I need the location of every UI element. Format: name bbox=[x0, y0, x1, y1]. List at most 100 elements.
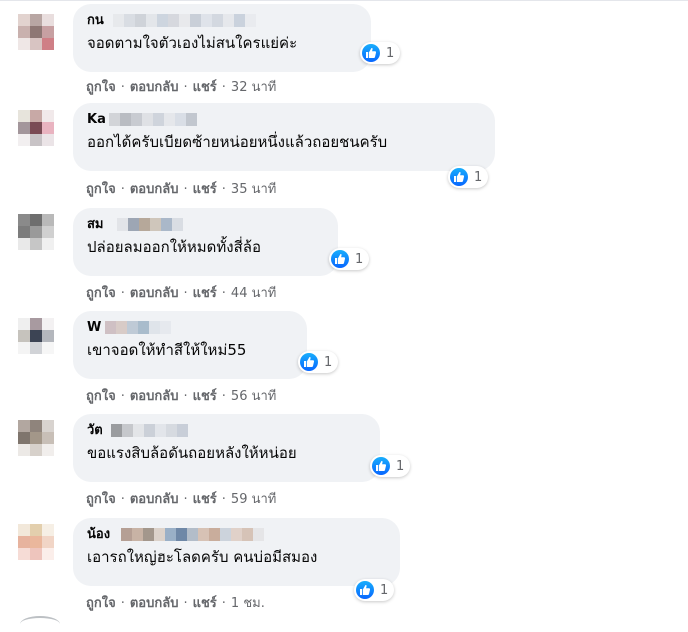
comment-author[interactable]: Ka bbox=[87, 111, 481, 128]
reaction-badge[interactable]: 1 bbox=[360, 42, 401, 64]
comment-text: เอารถใหญ่ฮะโลดครับ คนบ่อมีสมอง bbox=[87, 548, 318, 566]
top-divider bbox=[0, 0, 688, 1]
reaction-count: 1 bbox=[386, 45, 395, 61]
separator: · bbox=[221, 286, 226, 301]
reply-link[interactable]: ตอบกลับ bbox=[130, 80, 179, 95]
comment-author-name[interactable]: น้อง bbox=[87, 527, 110, 542]
reaction-count: 1 bbox=[380, 582, 389, 598]
comment-bubble: วัต ขอแรงสิบล้อดันถอยหลังให้หน่อย bbox=[73, 414, 380, 482]
comment-author-name[interactable]: วัต bbox=[87, 423, 103, 438]
reaction-badge[interactable]: 1 bbox=[370, 455, 411, 477]
separator: · bbox=[120, 182, 125, 197]
avatar[interactable] bbox=[18, 318, 54, 354]
comment-actions: ถูกใจ · ตอบกลับ · แชร์ · 1 ชม. bbox=[86, 596, 265, 612]
avatar[interactable] bbox=[18, 524, 54, 560]
comment-text: ปล่อยลมออกให้หมดทั้งสี่ล้อ bbox=[87, 238, 261, 256]
like-icon bbox=[356, 581, 374, 599]
share-link[interactable]: แชร์ bbox=[193, 182, 217, 197]
reaction-count: 1 bbox=[474, 169, 483, 185]
reaction-badge[interactable]: 1 bbox=[354, 579, 395, 601]
comment-text: ออกได้ครับเบียดซ้ายหน่อยหนึ่งแล้วถอยชนคร… bbox=[87, 133, 388, 151]
like-icon bbox=[450, 168, 468, 186]
name-redaction bbox=[117, 218, 183, 231]
name-redaction bbox=[109, 113, 197, 126]
comment-author[interactable]: W bbox=[87, 319, 293, 336]
reaction-count: 1 bbox=[396, 458, 405, 474]
reaction-badge[interactable]: 1 bbox=[329, 248, 370, 270]
reaction-count: 1 bbox=[324, 354, 333, 370]
timestamp[interactable]: 44 นาที bbox=[231, 286, 276, 301]
like-icon bbox=[300, 353, 318, 371]
like-link[interactable]: ถูกใจ bbox=[86, 596, 116, 611]
timestamp[interactable]: 35 นาที bbox=[231, 182, 276, 197]
reaction-badge[interactable]: 1 bbox=[298, 351, 339, 373]
reply-link[interactable]: ตอบกลับ bbox=[130, 389, 179, 404]
share-link[interactable]: แชร์ bbox=[193, 389, 217, 404]
name-redaction bbox=[111, 424, 188, 437]
timestamp[interactable]: 1 ชม. bbox=[231, 596, 265, 611]
comment-author-name[interactable]: W bbox=[87, 320, 101, 335]
comment-actions: ถูกใจ · ตอบกลับ · แชร์ · 56 นาที bbox=[86, 389, 276, 405]
separator: · bbox=[221, 492, 226, 507]
separator: · bbox=[120, 389, 125, 404]
separator: · bbox=[221, 182, 226, 197]
separator: · bbox=[183, 492, 188, 507]
like-icon bbox=[331, 250, 349, 268]
like-link[interactable]: ถูกใจ bbox=[86, 80, 116, 95]
timestamp[interactable]: 59 นาที bbox=[231, 492, 276, 507]
next-avatar-edge bbox=[20, 616, 60, 632]
comment-bubble: สม ปล่อยลมออกให้หมดทั้งสี่ล้อ bbox=[73, 208, 338, 276]
separator: · bbox=[183, 286, 188, 301]
like-link[interactable]: ถูกใจ bbox=[86, 182, 116, 197]
separator: · bbox=[183, 182, 188, 197]
comment-text: เขาจอดให้ทำสีให้ใหม่55 bbox=[87, 341, 247, 359]
comment-author-name[interactable]: Ka bbox=[87, 112, 106, 127]
comment-author[interactable]: น้อง bbox=[87, 526, 386, 543]
comment-author-name[interactable]: สม bbox=[87, 217, 104, 232]
separator: · bbox=[120, 80, 125, 95]
separator: · bbox=[120, 492, 125, 507]
comment-text: ขอแรงสิบล้อดันถอยหลังให้หน่อย bbox=[87, 444, 297, 462]
separator: · bbox=[120, 286, 125, 301]
reply-link[interactable]: ตอบกลับ bbox=[130, 596, 179, 611]
avatar[interactable] bbox=[18, 214, 54, 250]
separator: · bbox=[120, 596, 125, 611]
separator: · bbox=[183, 596, 188, 611]
separator: · bbox=[183, 80, 188, 95]
reply-link[interactable]: ตอบกลับ bbox=[130, 492, 179, 507]
comment-actions: ถูกใจ · ตอบกลับ · แชร์ · 59 นาที bbox=[86, 492, 276, 508]
like-link[interactable]: ถูกใจ bbox=[86, 389, 116, 404]
separator: · bbox=[221, 596, 226, 611]
timestamp[interactable]: 56 นาที bbox=[231, 389, 276, 404]
avatar[interactable] bbox=[18, 14, 54, 50]
reply-link[interactable]: ตอบกลับ bbox=[130, 182, 179, 197]
name-redaction bbox=[121, 528, 264, 541]
comment-text: จอดตามใจตัวเองไม่สนใครแย่ค่ะ bbox=[87, 34, 298, 52]
avatar[interactable] bbox=[18, 110, 54, 146]
comment-author[interactable]: วัต bbox=[87, 422, 366, 439]
comment-bubble: W เขาจอดให้ทำสีให้ใหม่55 bbox=[73, 311, 307, 379]
avatar[interactable] bbox=[18, 420, 54, 456]
share-link[interactable]: แชร์ bbox=[193, 492, 217, 507]
like-icon bbox=[362, 44, 380, 62]
comment-actions: ถูกใจ · ตอบกลับ · แชร์ · 32 นาที bbox=[86, 80, 276, 96]
comment-author[interactable]: สม bbox=[87, 216, 324, 233]
share-link[interactable]: แชร์ bbox=[193, 286, 217, 301]
comment-author[interactable]: กน bbox=[87, 12, 357, 29]
like-link[interactable]: ถูกใจ bbox=[86, 286, 116, 301]
comment-bubble: น้อง เอารถใหญ่ฮะโลดครับ คนบ่อมีสมอง bbox=[73, 518, 400, 586]
timestamp[interactable]: 32 นาที bbox=[231, 80, 276, 95]
name-redaction bbox=[113, 14, 256, 27]
comment-author-name[interactable]: กน bbox=[87, 13, 104, 28]
comment-bubble: กน จอดตามใจตัวเองไม่สนใครแย่ค่ะ bbox=[73, 4, 371, 72]
share-link[interactable]: แชร์ bbox=[193, 596, 217, 611]
reply-link[interactable]: ตอบกลับ bbox=[130, 286, 179, 301]
reaction-badge[interactable]: 1 bbox=[448, 166, 489, 188]
separator: · bbox=[183, 389, 188, 404]
like-link[interactable]: ถูกใจ bbox=[86, 492, 116, 507]
comment-actions: ถูกใจ · ตอบกลับ · แชร์ · 35 นาที bbox=[86, 182, 276, 198]
share-link[interactable]: แชร์ bbox=[193, 80, 217, 95]
comment-actions: ถูกใจ · ตอบกลับ · แชร์ · 44 นาที bbox=[86, 286, 276, 302]
reaction-count: 1 bbox=[355, 251, 364, 267]
separator: · bbox=[221, 389, 226, 404]
